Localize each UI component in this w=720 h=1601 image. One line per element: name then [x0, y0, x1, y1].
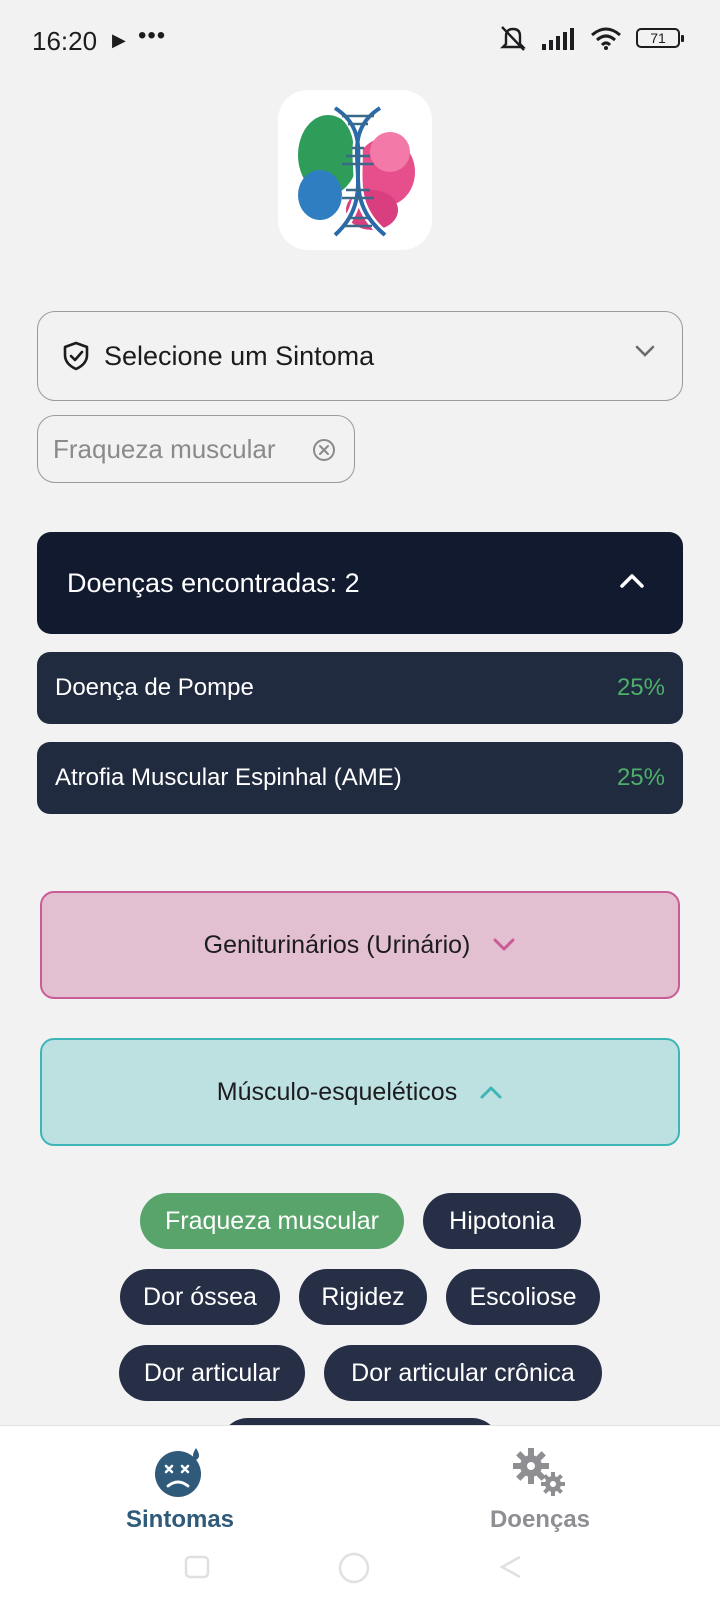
nav-doencas-label: Doenças — [489, 1506, 591, 1533]
chevron-down-icon — [493, 938, 515, 951]
sick-face-icon — [155, 1448, 201, 1497]
symptom-pill-hipotonia[interactable]: Hipotonia — [423, 1193, 581, 1249]
chevron-up-icon — [620, 574, 644, 588]
battery-icon: 71 — [636, 28, 684, 48]
symptom-pill-dor-articular-cronica[interactable]: Dor articular crônica — [324, 1345, 602, 1401]
results-header[interactable]: Doenças encontradas: 2 — [37, 532, 683, 634]
close-circle-icon[interactable] — [312, 438, 336, 462]
symptom-select[interactable]: Selecione um Sintoma — [37, 311, 683, 401]
symptom-pill-escoliose[interactable]: Escoliose — [446, 1269, 600, 1325]
media-play-icon: ▶ — [112, 30, 126, 50]
bottom-navigation: Sintomas Doenças — [0, 1425, 720, 1601]
symptom-select-placeholder: Selecione um Sintoma — [104, 340, 375, 371]
mute-bell-icon — [500, 26, 526, 51]
signal-icon — [542, 28, 574, 50]
result-item[interactable]: Atrofia Muscular Espinhal (AME) 25% — [37, 742, 683, 814]
symptom-pill-fraqueza-muscular[interactable]: Fraqueza muscular — [140, 1193, 404, 1249]
home-icon[interactable] — [336, 1551, 372, 1585]
symptom-pill-rigidez[interactable]: Rigidez — [299, 1269, 427, 1325]
result-item[interactable]: Doença de Pompe 25% — [37, 652, 683, 724]
category-musculoskeletal[interactable]: Músculo-esqueléticos — [40, 1038, 680, 1146]
result-percent: 25% — [616, 764, 665, 791]
status-icons: 71 — [498, 24, 684, 52]
more-notifications-icon: ••• — [138, 22, 167, 49]
recent-apps-icon[interactable] — [184, 1555, 210, 1579]
shield-check-icon — [63, 341, 89, 371]
dna-logo-icon — [278, 90, 432, 250]
result-name: Atrofia Muscular Espinhal (AME) — [55, 764, 402, 791]
back-icon[interactable] — [498, 1555, 522, 1579]
battery-level: 71 — [650, 30, 666, 46]
result-name: Doença de Pompe — [55, 674, 254, 701]
gears-icon — [513, 1448, 565, 1496]
result-percent: 25% — [616, 674, 665, 701]
nav-sintomas[interactable]: Sintomas — [80, 1426, 280, 1546]
chevron-up-icon — [480, 1086, 502, 1099]
selected-symptom-label: Fraqueza muscular — [53, 433, 276, 464]
category-label: Músculo-esqueléticos — [216, 1077, 458, 1106]
symptom-pill-dor-articular[interactable]: Dor articular — [119, 1345, 305, 1401]
nav-doencas[interactable]: Doenças — [440, 1426, 640, 1546]
selected-symptom-chip[interactable]: Fraqueza muscular — [37, 415, 355, 483]
status-time: 16:20 — [32, 26, 98, 56]
category-label: Geniturinários (Urinário) — [203, 930, 471, 959]
nav-sintomas-label: Sintomas — [125, 1506, 235, 1533]
wifi-icon — [591, 27, 621, 50]
status-bar: 16:20 ▶ ••• 71 — [0, 0, 720, 82]
symptom-pill-dor-ossea[interactable]: Dor óssea — [120, 1269, 280, 1325]
system-navigation-bar — [0, 1551, 720, 1601]
chevron-down-icon — [635, 345, 655, 357]
category-genitourinary[interactable]: Geniturinários (Urinário) — [40, 891, 680, 999]
results-title: Doenças encontradas: 2 — [67, 567, 360, 598]
